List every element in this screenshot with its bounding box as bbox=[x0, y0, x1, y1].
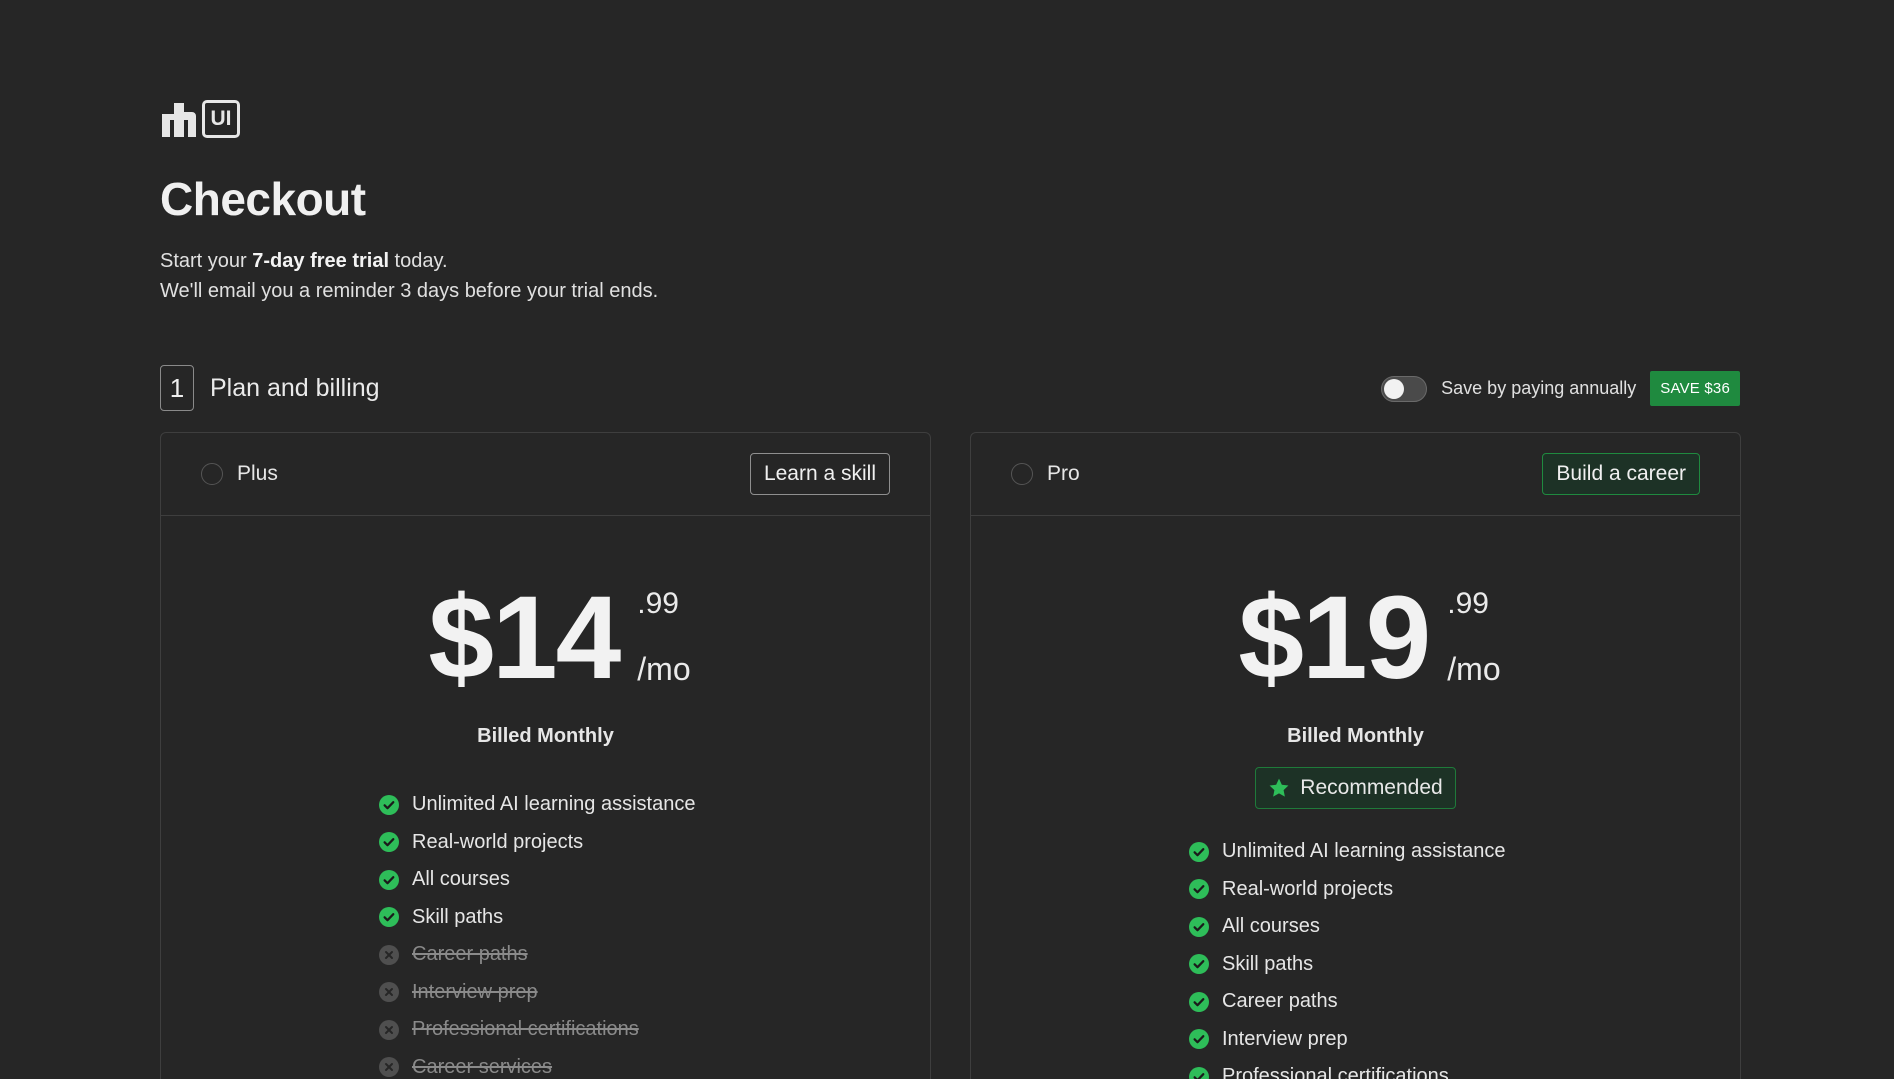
feature-item: Unlimited AI learning assistance bbox=[379, 786, 695, 824]
check-circle-icon bbox=[379, 794, 399, 815]
plan-name: Pro bbox=[1047, 462, 1080, 485]
plan-tag-button[interactable]: Learn a skill bbox=[749, 453, 890, 495]
feature-label: All courses bbox=[412, 868, 510, 891]
price-whole: $14 bbox=[428, 572, 621, 704]
plan-tag-button[interactable]: Build a career bbox=[1542, 453, 1700, 495]
feature-item: Real-world projects bbox=[379, 824, 695, 862]
price-period: /mo bbox=[1447, 651, 1501, 687]
step-number: 1 bbox=[160, 365, 194, 411]
price-side: .99 /mo bbox=[637, 583, 690, 688]
x-circle-icon bbox=[379, 1019, 399, 1040]
feature-label: Skill paths bbox=[1222, 952, 1314, 975]
feature-label: Skill paths bbox=[412, 905, 504, 928]
intro-suffix: today. bbox=[389, 250, 448, 272]
check-circle-icon bbox=[1189, 954, 1209, 975]
feature-item: All courses bbox=[1189, 908, 1505, 946]
billing-frequency: Billed Monthly bbox=[1287, 725, 1424, 747]
check-circle-icon bbox=[1189, 879, 1209, 900]
feature-label: Career services bbox=[412, 1055, 553, 1078]
check-circle-icon bbox=[379, 832, 399, 853]
annual-toggle[interactable] bbox=[1381, 375, 1428, 402]
recommended-wrap: Recommended bbox=[971, 767, 1740, 809]
feature-label: All courses bbox=[1222, 915, 1320, 938]
x-circle-icon bbox=[379, 1057, 399, 1078]
feature-label: Real-world projects bbox=[1222, 877, 1394, 900]
feature-item: Interview prep bbox=[1189, 1021, 1505, 1059]
billing-frequency: Billed Monthly bbox=[477, 725, 614, 747]
plan-card-plus[interactable]: Plus Learn a skill $14 .99 /mo Billed Mo… bbox=[160, 432, 931, 1079]
plan-card-pro[interactable]: Pro Build a career $19 .99 /mo Billed Mo… bbox=[970, 432, 1741, 1079]
trial-highlight: 7-day free trial bbox=[252, 250, 389, 272]
save-badge: SAVE $36 bbox=[1650, 371, 1740, 406]
toggle-knob bbox=[1384, 378, 1405, 399]
plan-radio[interactable] bbox=[1011, 463, 1033, 485]
feature-item: Professional certifications bbox=[379, 1011, 695, 1049]
feature-item: Skill paths bbox=[379, 899, 695, 937]
check-circle-icon bbox=[379, 869, 399, 890]
check-circle-icon bbox=[1189, 916, 1209, 937]
feature-label: Real-world projects bbox=[412, 830, 584, 853]
annual-billing-control: Save by paying annually SAVE $36 bbox=[1381, 371, 1740, 406]
check-circle-icon bbox=[1189, 1066, 1209, 1079]
price-period: /mo bbox=[637, 651, 691, 687]
plan-card-header: Pro Build a career bbox=[971, 433, 1740, 516]
check-circle-icon bbox=[1189, 841, 1209, 862]
check-circle-icon bbox=[379, 907, 399, 928]
feature-label: Career paths bbox=[412, 943, 528, 966]
x-circle-icon bbox=[379, 944, 399, 965]
recommended-label: Recommended bbox=[1300, 776, 1443, 799]
check-circle-icon bbox=[1189, 1029, 1209, 1050]
x-circle-icon bbox=[379, 982, 399, 1003]
feature-label: Unlimited AI learning assistance bbox=[1222, 840, 1506, 863]
feature-label: Unlimited AI learning assistance bbox=[412, 793, 696, 816]
intro-line-1: Start your 7-day free trial today. bbox=[160, 246, 658, 276]
price-block: $14 .99 /mo bbox=[175, 572, 930, 704]
feature-label: Professional certifications bbox=[412, 1018, 639, 1041]
plan-radio[interactable] bbox=[201, 463, 223, 485]
page-title: Checkout bbox=[160, 173, 366, 225]
price-cents: .99 bbox=[1447, 587, 1489, 620]
feature-item: Career services bbox=[379, 1049, 695, 1079]
feature-item: Career paths bbox=[379, 936, 695, 974]
feature-item: Professional certifications bbox=[1189, 1058, 1505, 1079]
feature-item: Unlimited AI learning assistance bbox=[1189, 833, 1505, 871]
price: $14 .99 /mo bbox=[428, 572, 690, 704]
plan-select-plus[interactable]: Plus bbox=[201, 462, 278, 486]
brand-logo-ui: UI bbox=[202, 100, 240, 138]
feature-item: Interview prep bbox=[379, 974, 695, 1012]
annual-label: Save by paying annually bbox=[1441, 378, 1637, 398]
recommended-badge: Recommended bbox=[1255, 767, 1456, 809]
feature-item: All courses bbox=[379, 861, 695, 899]
price-whole: $19 bbox=[1238, 572, 1431, 704]
feature-label: Professional certifications bbox=[1222, 1065, 1449, 1079]
price: $19 .99 /mo bbox=[1238, 572, 1500, 704]
price-cents: .99 bbox=[637, 587, 679, 620]
plan-select-pro[interactable]: Pro bbox=[1011, 462, 1080, 486]
feature-label: Career paths bbox=[1222, 990, 1338, 1013]
price-block: $19 .99 /mo bbox=[985, 572, 1740, 704]
feature-list: Unlimited AI learning assistance Real-wor… bbox=[379, 786, 695, 1079]
feature-item: Real-world projects bbox=[1189, 871, 1505, 909]
star-icon bbox=[1269, 778, 1289, 797]
plan-billing-header: 1 Plan and billing bbox=[160, 365, 380, 411]
feature-item: Career paths bbox=[1189, 983, 1505, 1021]
feature-label: Interview prep bbox=[412, 980, 538, 1003]
intro-line-2: We'll email you a reminder 3 days before… bbox=[160, 280, 659, 302]
plan-card-header: Plus Learn a skill bbox=[161, 433, 930, 516]
plan-name: Plus bbox=[237, 462, 278, 485]
section-title: Plan and billing bbox=[210, 373, 380, 402]
brand-mark-icon bbox=[162, 103, 196, 137]
price-side: .99 /mo bbox=[1447, 583, 1500, 688]
intro-text: Start your 7-day free trial today. We'll… bbox=[160, 246, 658, 306]
feature-label: Interview prep bbox=[1222, 1027, 1348, 1050]
intro-prefix: Start your bbox=[160, 250, 253, 272]
brand-logo[interactable]: UI bbox=[160, 100, 240, 138]
checkout-page: UI Checkout Start your 7-day free trial … bbox=[0, 0, 1894, 1079]
feature-list: Unlimited AI learning assistance Real-wor… bbox=[1189, 833, 1505, 1079]
feature-item: Skill paths bbox=[1189, 946, 1505, 984]
check-circle-icon bbox=[1189, 991, 1209, 1012]
